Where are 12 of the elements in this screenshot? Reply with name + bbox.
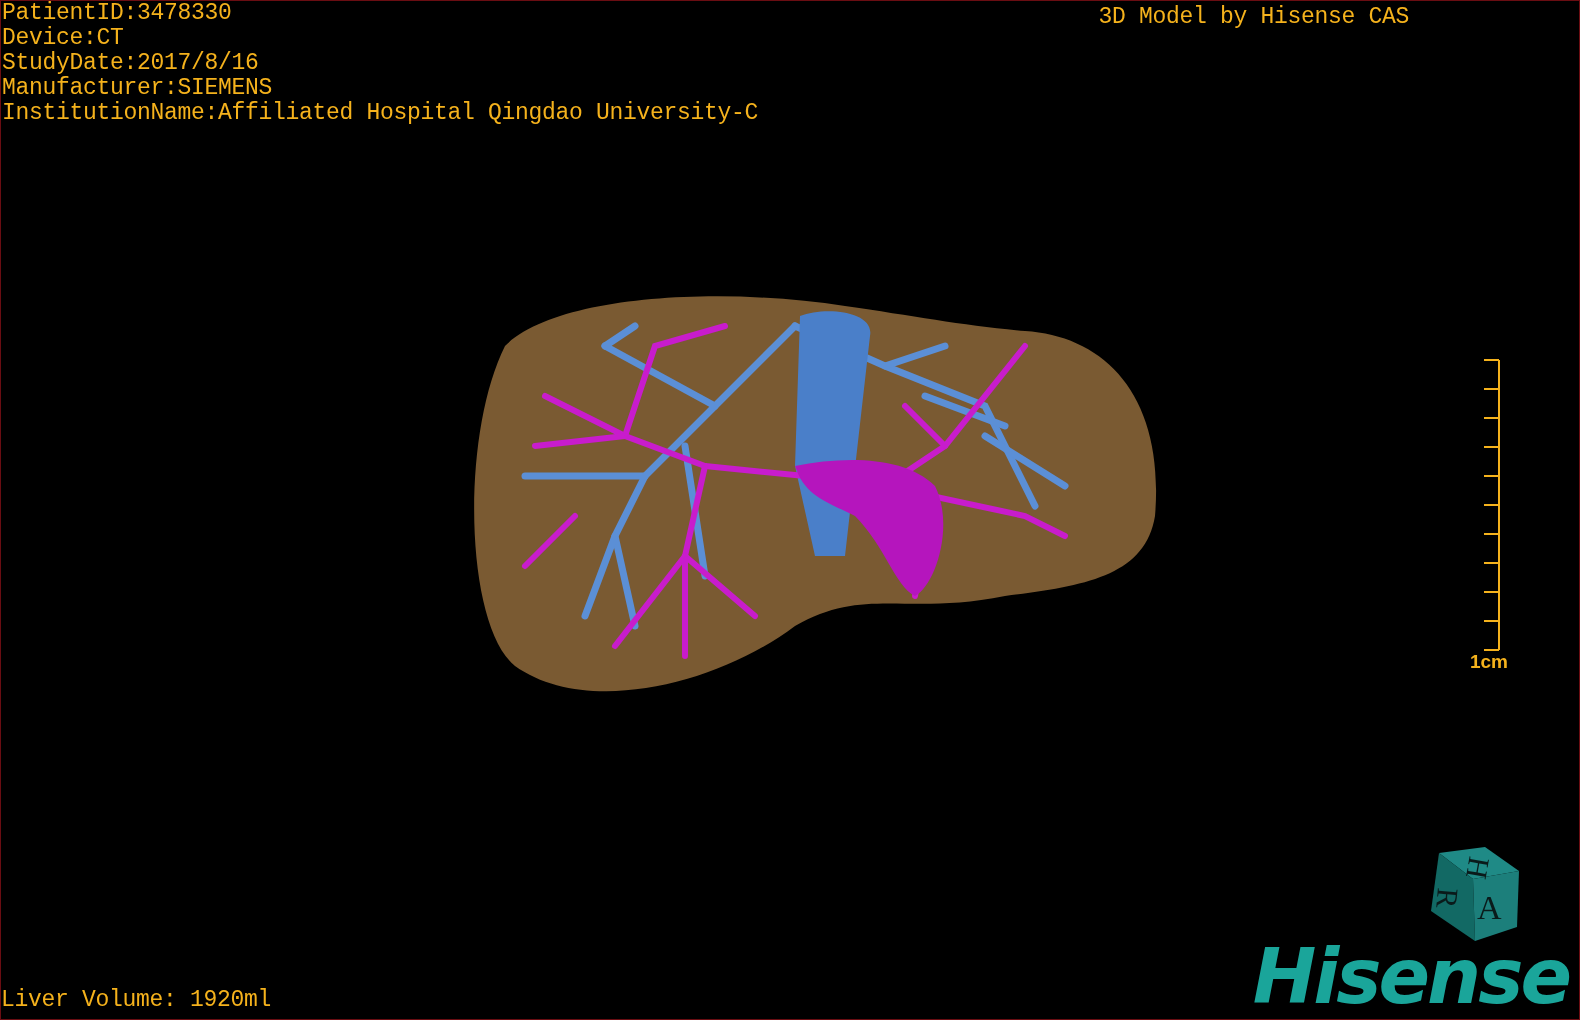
patient-info-text: Manufacturer:SIEMENS <box>2 76 274 101</box>
patient-info-text: Device:CT <box>2 26 125 51</box>
cube-face-label: A <box>1477 891 1502 925</box>
scale-label: 1cm <box>1469 650 1508 673</box>
cube-face-label: R <box>1431 886 1463 910</box>
patient-info-text: StudyDate:2017/8/16 <box>2 51 260 76</box>
patient-info-text: InstitutionName:Affiliated Hospital Qingdao University-C <box>2 101 759 126</box>
brand-logo: Hisense <box>1252 939 1570 1015</box>
liver-volume-text: Liver Volume: 1920ml <box>1 988 272 1015</box>
viewer-title: 3D Model by Hisense CAS <box>1098 3 1409 30</box>
patient-info-text: PatientID:3478330 <box>2 1 233 26</box>
cube-face-label: H <box>1461 854 1495 882</box>
